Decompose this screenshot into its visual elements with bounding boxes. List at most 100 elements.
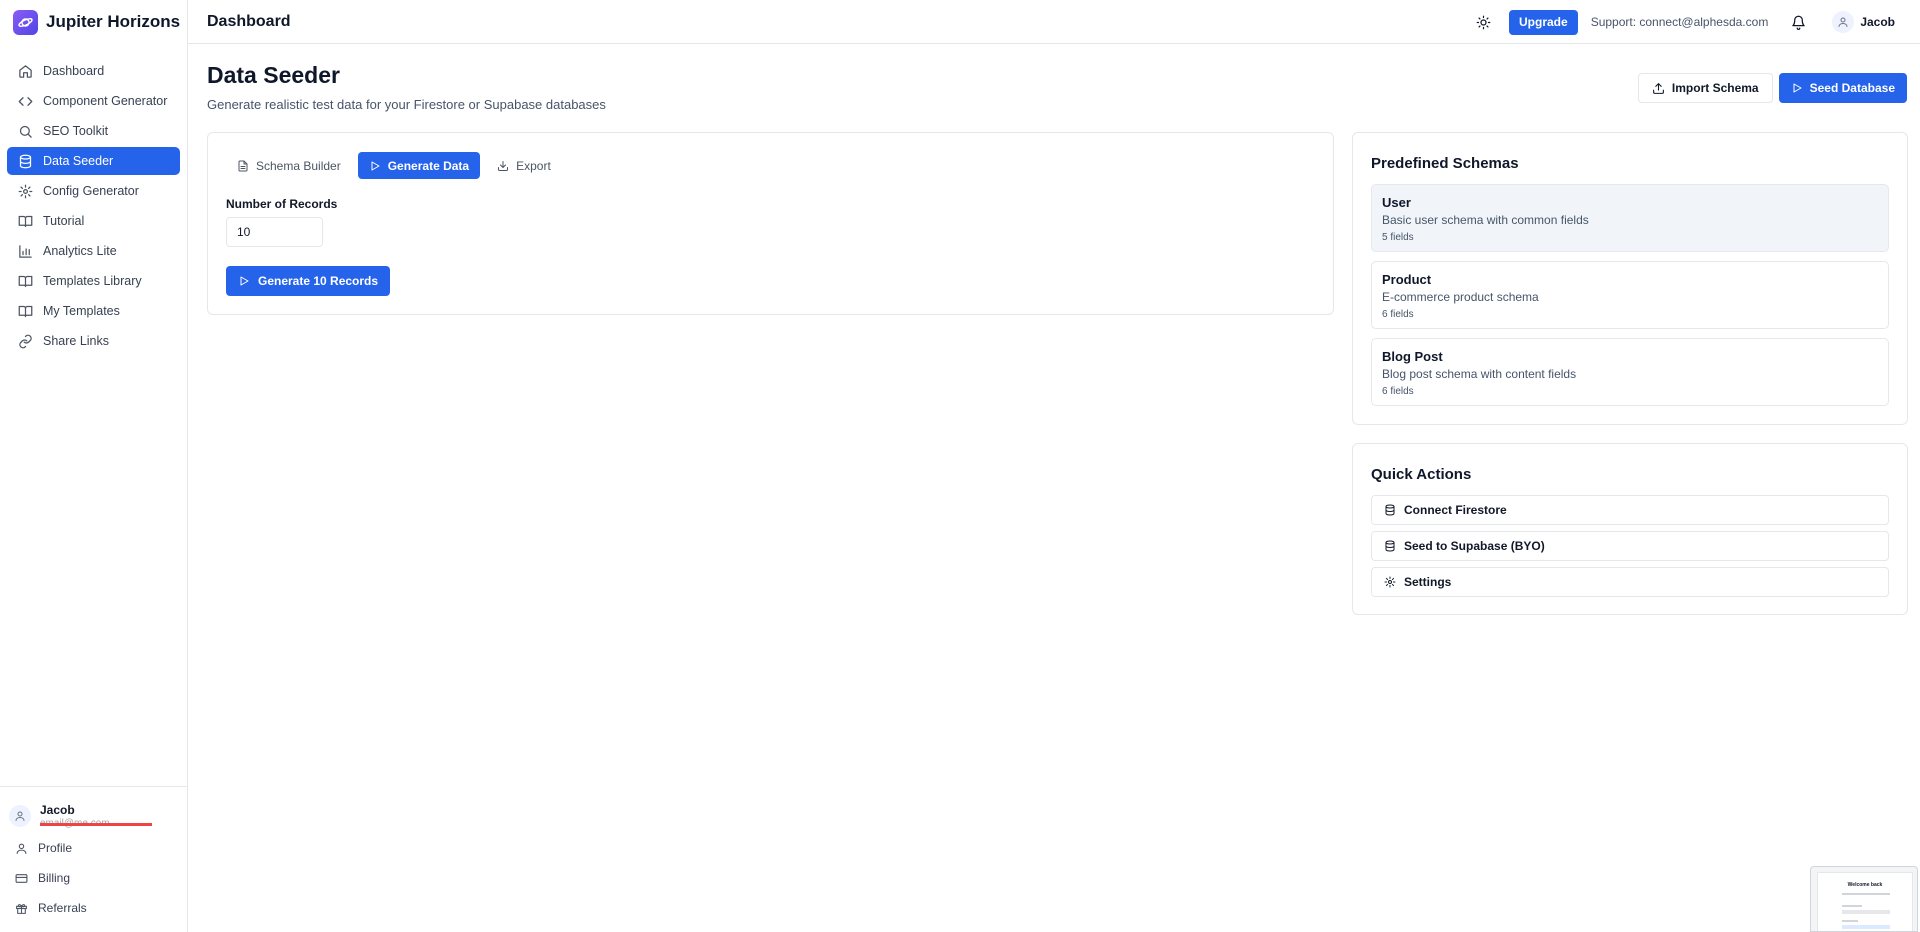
- user-name: Jacob: [40, 803, 75, 817]
- card-title: Quick Actions: [1371, 466, 1472, 483]
- generate-records-label: Generate 10 Records: [258, 274, 379, 288]
- topbar-title: Dashboard: [207, 12, 291, 30]
- sidebar-item-label: My Templates: [43, 304, 120, 318]
- sidebar-item-referrals[interactable]: Referrals: [0, 893, 187, 923]
- schema-item-user[interactable]: User Basic user schema with common field…: [1371, 184, 1889, 252]
- settings-button[interactable]: Settings: [1371, 567, 1889, 597]
- link-icon: [17, 333, 33, 349]
- database-icon: [17, 153, 33, 169]
- preview-line: [1842, 893, 1890, 895]
- sidebar-item-label: Component Generator: [43, 94, 168, 108]
- sidebar-nav: Dashboard Component Generator SEO Toolki…: [0, 57, 187, 355]
- tabs: Schema Builder Generate Data Export: [226, 152, 568, 179]
- preview-line: [1842, 905, 1862, 907]
- sidebar-item-tutorial[interactable]: Tutorial: [7, 207, 180, 235]
- tab-export[interactable]: Export: [486, 152, 562, 179]
- seed-database-button[interactable]: Seed Database: [1778, 73, 1907, 103]
- sidebar-item-label: Share Links: [43, 334, 110, 348]
- seed-database-label: Seed Database: [1809, 81, 1895, 95]
- schema-field-count: 6 fields: [1382, 386, 1414, 397]
- bell-icon[interactable]: [1788, 12, 1808, 32]
- action-label: Settings: [1404, 575, 1452, 589]
- card-title: Predefined Schemas: [1371, 155, 1519, 172]
- preview-page: Welcome back: [1817, 872, 1913, 931]
- file-text-icon: [237, 160, 249, 172]
- sidebar-item-profile[interactable]: Profile: [0, 833, 187, 863]
- schema-description: Blog post schema with content fields: [1382, 367, 1577, 381]
- credit-card-icon: [15, 872, 28, 885]
- sidebar-item-label: Referrals: [38, 901, 87, 915]
- avatar: [1832, 11, 1855, 33]
- sidebar-item-label: Profile: [38, 841, 73, 855]
- schema-description: Basic user schema with common fields: [1382, 213, 1589, 227]
- redaction-mark: [40, 823, 152, 826]
- records-label: Number of Records: [226, 197, 338, 211]
- sidebar-item-label: Data Seeder: [43, 154, 114, 168]
- sidebar-item-templates-library[interactable]: Templates Library: [7, 267, 180, 295]
- user-menu[interactable]: Jacob: [1832, 11, 1895, 33]
- import-schema-label: Import Schema: [1671, 81, 1759, 95]
- generate-records-button[interactable]: Generate 10 Records: [226, 266, 391, 296]
- header-actions: Import Schema Seed Database: [1637, 73, 1907, 103]
- sidebar-item-dashboard[interactable]: Dashboard: [7, 57, 180, 85]
- brand[interactable]: Jupiter Horizons: [0, 0, 187, 44]
- preview-title: Welcome back: [1847, 882, 1883, 888]
- database-icon: [1384, 504, 1396, 516]
- upload-icon: [1652, 82, 1665, 95]
- sidebar: Jupiter Horizons Dashboard Component Gen…: [0, 0, 188, 932]
- play-icon: [238, 275, 250, 287]
- download-icon: [497, 160, 509, 172]
- connect-firestore-button[interactable]: Connect Firestore: [1371, 495, 1889, 525]
- home-icon: [17, 63, 33, 79]
- sidebar-account: Jacob email@me.com Profile Billing Refer…: [0, 786, 187, 932]
- import-schema-button[interactable]: Import Schema: [1637, 73, 1773, 103]
- code-icon: [17, 93, 33, 109]
- user-name: Jacob: [1860, 15, 1895, 29]
- tab-generate-data[interactable]: Generate Data: [357, 152, 481, 179]
- preview-line: [1842, 920, 1858, 922]
- schema-name: User: [1382, 195, 1411, 210]
- schema-name: Blog Post: [1382, 349, 1443, 364]
- sidebar-item-share-links[interactable]: Share Links: [7, 327, 180, 355]
- records-input[interactable]: [226, 217, 323, 247]
- predefined-schemas-card: Predefined Schemas User Basic user schem…: [1352, 132, 1908, 425]
- user-card[interactable]: Jacob email@me.com: [0, 787, 187, 833]
- generator-card: Schema Builder Generate Data Export Numb…: [207, 132, 1334, 315]
- gear-icon: [1384, 576, 1396, 588]
- sidebar-item-analytics-lite[interactable]: Analytics Lite: [7, 237, 180, 265]
- support-email[interactable]: Support: connect@alphesda.com: [1591, 15, 1769, 29]
- book-open-icon: [17, 273, 33, 289]
- sidebar-item-label: Templates Library: [43, 274, 142, 288]
- gift-icon: [15, 902, 28, 915]
- sidebar-item-label: Tutorial: [43, 214, 85, 228]
- upgrade-button[interactable]: Upgrade: [1509, 9, 1578, 35]
- action-label: Connect Firestore: [1404, 503, 1507, 517]
- sidebar-item-component-generator[interactable]: Component Generator: [7, 87, 180, 115]
- sidebar-item-label: Analytics Lite: [43, 244, 117, 258]
- seed-to-supabase-button[interactable]: Seed to Supabase (BYO): [1371, 531, 1889, 561]
- tab-schema-builder[interactable]: Schema Builder: [226, 152, 352, 179]
- schema-item-product[interactable]: Product E-commerce product schema 6 fiel…: [1371, 261, 1889, 329]
- sidebar-item-billing[interactable]: Billing: [0, 863, 187, 893]
- action-label: Seed to Supabase (BYO): [1404, 539, 1545, 553]
- user-icon: [15, 842, 28, 855]
- schema-description: E-commerce product schema: [1382, 290, 1539, 304]
- sidebar-item-label: Dashboard: [43, 64, 105, 78]
- schema-field-count: 5 fields: [1382, 232, 1414, 243]
- tab-label: Export: [516, 158, 551, 173]
- theme-toggle-sun-icon[interactable]: [1472, 11, 1494, 33]
- preview-thumbnail[interactable]: Welcome back: [1810, 866, 1918, 932]
- tab-label: Generate Data: [387, 158, 470, 173]
- sidebar-item-my-templates[interactable]: My Templates: [7, 297, 180, 325]
- preview-line: [1842, 925, 1890, 929]
- gear-icon: [17, 183, 33, 199]
- database-icon: [1384, 540, 1396, 552]
- sidebar-item-label: SEO Toolkit: [43, 124, 109, 138]
- user-email: email@me.com: [40, 818, 152, 829]
- sidebar-item-config-generator[interactable]: Config Generator: [7, 177, 180, 205]
- schema-name: Product: [1382, 272, 1432, 287]
- preview-line: [1842, 910, 1890, 914]
- sidebar-item-seo-toolkit[interactable]: SEO Toolkit: [7, 117, 180, 145]
- sidebar-item-data-seeder[interactable]: Data Seeder: [7, 147, 180, 175]
- schema-item-blog-post[interactable]: Blog Post Blog post schema with content …: [1371, 338, 1889, 406]
